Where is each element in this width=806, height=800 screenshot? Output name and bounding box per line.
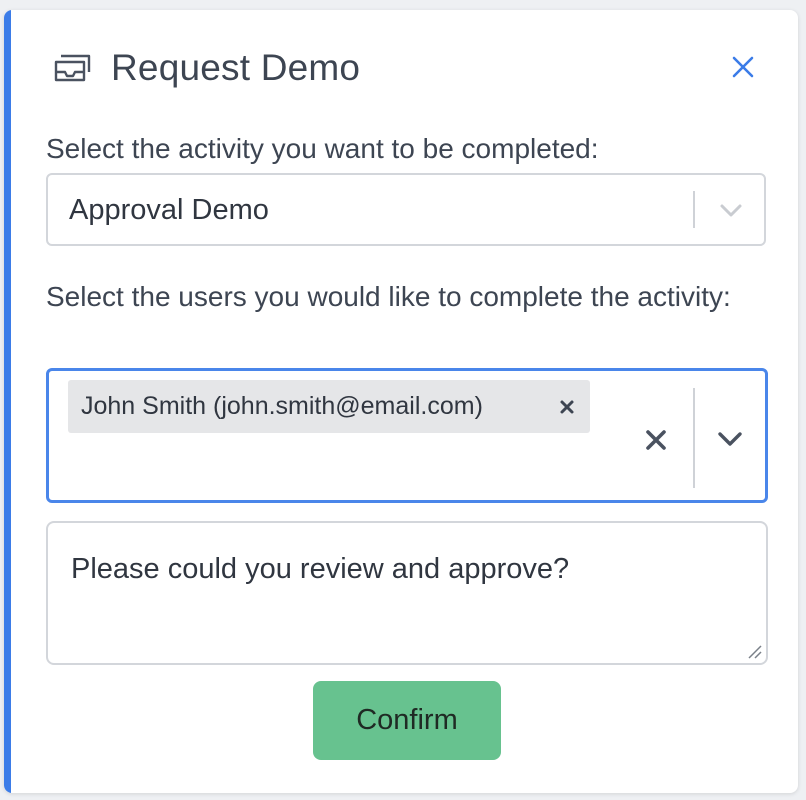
resize-handle-icon[interactable] [747,644,763,660]
remove-user-icon[interactable] [556,396,578,418]
activity-select[interactable]: Approval Demo [46,173,766,246]
message-text: Please could you review and approve? [71,553,570,585]
user-chip: John Smith (john.smith@email.com) [68,380,590,433]
close-icon[interactable] [726,50,760,84]
message-textarea[interactable]: Please could you review and approve? [46,521,768,665]
inbox-tray-icon [54,54,91,82]
chevron-down-icon[interactable] [716,197,746,223]
activity-label: Select the activity you want to be compl… [46,133,599,164]
user-chip-label: John Smith (john.smith@email.com) [81,392,483,420]
chevron-down-icon[interactable] [714,424,746,452]
users-multiselect[interactable]: John Smith (john.smith@email.com) [46,368,768,503]
dialog-accent-bar [4,10,11,793]
confirm-button[interactable]: Confirm [313,681,501,760]
clear-icon[interactable] [642,426,670,454]
multiselect-divider [693,388,695,488]
activity-selected-value: Approval Demo [69,194,269,226]
dialog-title: Request Demo [111,47,361,88]
request-demo-dialog: Request Demo Select the activity you wan… [4,10,798,793]
users-label: Select the users you would like to compl… [46,281,731,312]
select-divider [693,191,695,228]
